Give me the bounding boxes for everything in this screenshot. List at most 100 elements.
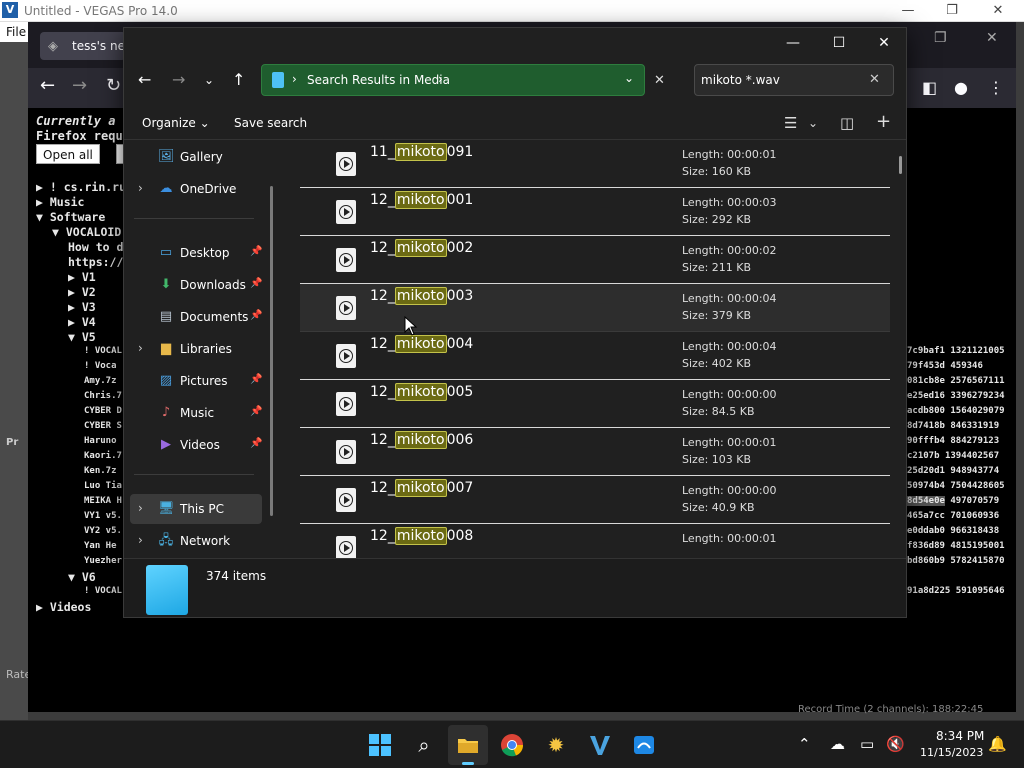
tree-item[interactable]: ▶ ! cs.rin.ru (36, 180, 126, 194)
organize-button[interactable]: Organize ⌄ (142, 116, 210, 130)
nav-item-downloads[interactable]: ⬇ Downloads 📌 (130, 270, 263, 300)
nav-item-desktop[interactable]: ▭ Desktop 📌 (130, 238, 263, 268)
notification-bell-icon[interactable]: 🔔 (988, 735, 1007, 753)
open-all-button[interactable]: Open all (36, 144, 100, 164)
minimize-button[interactable]: — (888, 2, 928, 20)
tree-file[interactable]: ! VOCAL (84, 346, 122, 356)
tree-item[interactable]: ▼ Software (36, 210, 105, 224)
clock-date[interactable]: 11/15/2023 (920, 746, 983, 759)
start-button[interactable] (360, 725, 400, 765)
file-row[interactable]: 12_ mikoto 002 Length: 00:00:02 Size: 211 … (300, 236, 890, 284)
maximize-button[interactable]: ☐ (824, 33, 854, 53)
search-box[interactable]: ✕ (694, 64, 894, 96)
tree-item[interactable]: ▶ Music (36, 195, 84, 209)
taskbar-file-explorer[interactable] (448, 725, 488, 765)
recent-chevron-down-icon[interactable]: ⌄ (204, 73, 214, 87)
nav-item-music[interactable]: ♪ Music 📌 (130, 398, 263, 428)
cloud-offline-icon[interactable]: ☁ (830, 735, 845, 753)
chevron-down-icon[interactable]: ⌄ (808, 116, 818, 130)
chevron-right-icon[interactable]: › (438, 72, 443, 86)
file-row[interactable]: 12_ mikoto 003 Length: 00:00:04 Size: 379 … (300, 284, 890, 332)
display-icon[interactable]: ▭ (860, 735, 874, 753)
tree-item[interactable]: ▶ V4 (68, 315, 96, 329)
nav-item-network[interactable]: › 🖧 Network (130, 526, 262, 556)
chevron-right-icon[interactable]: › (292, 72, 297, 86)
view-options-icon[interactable]: ☰ (784, 114, 797, 132)
save-search-button[interactable]: Save search (234, 116, 307, 130)
chevron-up-icon[interactable]: ⌃ (798, 735, 811, 753)
file-row[interactable]: 12_ mikoto 008 Length: 00:00:01 (300, 524, 890, 558)
menu-file[interactable]: File (6, 25, 26, 39)
taskbar-vegas[interactable] (580, 725, 620, 765)
file-row[interactable]: 12_ mikoto 006 Length: 00:00:01 Size: 103 … (300, 428, 890, 476)
file-row[interactable]: 11_ mikoto 091 Length: 00:00:01 Size: 160 … (300, 140, 890, 188)
menu-icon[interactable]: ⋮ (988, 78, 1004, 97)
address-bar[interactable]: › Search Results in Media › ⌄ (261, 64, 645, 96)
clock-time[interactable]: 8:34 PM (936, 729, 984, 743)
nav-item-gallery[interactable]: 🖼 Gallery (130, 142, 262, 172)
file-row[interactable]: 12_ mikoto 007 Length: 00:00:00 Size: 40.9… (300, 476, 890, 524)
nav-item-pictures[interactable]: ▨ Pictures 📌 (130, 366, 263, 396)
chevron-right-icon[interactable]: › (138, 501, 143, 515)
file-row[interactable]: 12_ mikoto 004 Length: 00:00:04 Size: 402 … (300, 332, 890, 380)
tree-file[interactable]: Haruno (84, 436, 117, 446)
tree-item[interactable]: ▼ VOCALOID (52, 225, 121, 239)
nav-scrollbar[interactable] (270, 186, 273, 516)
nav-item-onedrive[interactable]: › ☁ OneDrive (130, 174, 262, 204)
forward-icon[interactable]: → (72, 75, 87, 96)
taskbar-app-blue[interactable] (624, 725, 664, 765)
tree-file[interactable]: Kaori.7 (84, 451, 122, 461)
tree-file[interactable]: CYBER S (84, 421, 122, 431)
file-row[interactable]: 12_ mikoto 005 Length: 00:00:00 Size: 84.5… (300, 380, 890, 428)
file-row[interactable]: 12_ mikoto 001 Length: 00:00:03 Size: 292 … (300, 188, 890, 236)
tree-item[interactable]: ▼ V6 (68, 570, 96, 584)
close-button[interactable]: ✕ (869, 33, 899, 53)
sidebar-icon[interactable]: ◧ (922, 78, 937, 97)
up-icon[interactable]: ↑ (232, 70, 245, 89)
file-list-scrollbar[interactable] (899, 156, 902, 174)
maximize-button[interactable]: ❐ (932, 2, 972, 20)
address-dropdown-icon[interactable]: ⌄ (624, 71, 634, 85)
firefox-tab[interactable]: ◈ tess's new (40, 32, 135, 60)
forward-icon[interactable]: → (172, 70, 185, 89)
nav-item-libraries[interactable]: › ▆ Libraries (130, 334, 262, 364)
tree-file[interactable]: ! Voca (84, 361, 117, 371)
tree-file[interactable]: Chris.7 (84, 391, 122, 401)
minimize-button[interactable]: — (778, 33, 808, 53)
details-pane-icon[interactable]: ◫ (840, 114, 854, 132)
tree-item[interactable]: ▼ V5 (68, 330, 96, 344)
tree-link[interactable]: https:// (68, 255, 123, 269)
tree-file[interactable]: Ken.7z (84, 466, 117, 476)
tree-file[interactable]: Luo Tia (84, 481, 122, 491)
clear-search-icon[interactable]: ✕ (869, 72, 880, 87)
nav-item-this-pc[interactable]: › 🖥 This PC (130, 494, 262, 524)
close-button[interactable]: ✕ (978, 2, 1018, 20)
tree-file[interactable]: CYBER D (84, 406, 122, 416)
search-input[interactable] (695, 65, 865, 95)
tree-item[interactable]: ▶ Videos (36, 600, 91, 614)
tree-file[interactable]: Yuezher (84, 556, 122, 566)
nav-item-videos[interactable]: ▶ Videos 📌 (130, 430, 262, 460)
tree-file[interactable]: MEIKA H (84, 496, 122, 506)
nav-item-documents[interactable]: ▤ Documents 📌 (130, 302, 263, 332)
chevron-right-icon[interactable]: › (138, 341, 143, 355)
tree-file[interactable]: VY2 v5. (84, 526, 122, 536)
tree-file[interactable]: ! VOCAL (84, 586, 122, 596)
taskbar-chrome[interactable] (492, 725, 532, 765)
tree-item[interactable]: ▶ V1 (68, 270, 96, 284)
reload-icon[interactable]: ↻ (106, 75, 121, 96)
address-text[interactable]: Search Results in Media (307, 73, 450, 87)
new-tab-icon[interactable]: + (876, 111, 891, 132)
chevron-right-icon[interactable]: › (138, 181, 143, 195)
tree-file[interactable]: Yan He (84, 541, 117, 551)
tree-file[interactable]: VY1 v5. (84, 511, 122, 521)
taskbar-app-sun[interactable]: ✹ (536, 725, 576, 765)
chevron-right-icon[interactable]: › (138, 533, 143, 547)
firefox-close-icon[interactable]: ✕ (986, 30, 998, 46)
firefox-maximize-icon[interactable]: ❐ (934, 30, 947, 46)
tree-file[interactable]: Amy.7z (84, 376, 117, 386)
back-icon[interactable]: ← (40, 75, 55, 96)
account-icon[interactable]: ● (954, 78, 968, 97)
tree-item[interactable]: ▶ V3 (68, 300, 96, 314)
volume-muted-icon[interactable]: 🔇 (886, 735, 905, 753)
